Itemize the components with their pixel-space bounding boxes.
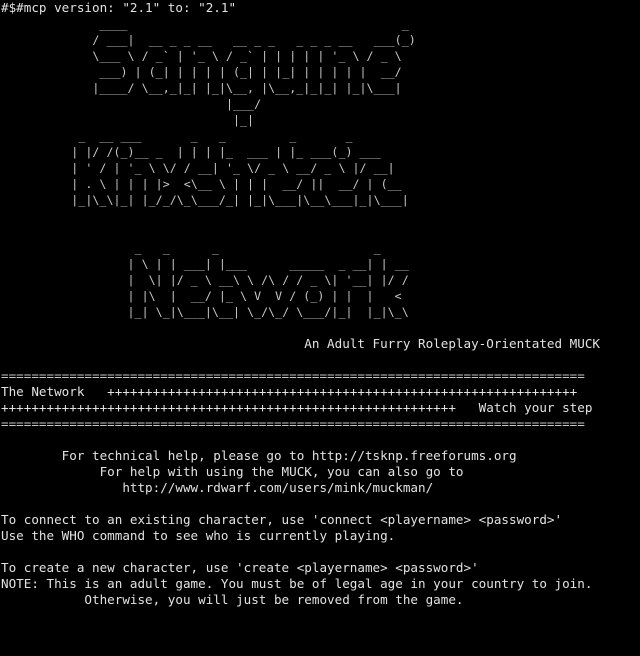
- ascii-logo: ____ _ / ___| __ _ _ __ __ _ _ _ _ _ __ …: [1, 16, 640, 320]
- help-link-line: http://www.rdwarf.com/users/mink/muckman…: [1, 480, 434, 495]
- logo-line: |____/ \__,_|_| |_|\__, |\__,_|_|_| |_|\…: [1, 81, 402, 95]
- logo-line: | \| |/ _ \ __\ \ /\ / / _ \| '__| |/ /: [1, 273, 409, 287]
- tagline: An Adult Furry Roleplay-Orientated MUCK: [1, 336, 600, 351]
- terminal-screen[interactable]: #$#mcp version: "2.1" to: "2.1" ____ _ /…: [1, 0, 640, 656]
- logo-line: \___ \ / _` | '_ \ / _` | | | | | '_ \ /…: [1, 49, 409, 63]
- who-instructions: Use the WHO command to see who is curren…: [1, 528, 396, 543]
- logo-line: |_| \_|\___|\__| \_/\_/ \___/|_| |_|\_\: [1, 305, 409, 319]
- logo-line: | \ | | ___| |___ _____ _ __| | __: [1, 257, 409, 271]
- watch-step-banner: ++++++++++++++++++++++++++++++++++++++++…: [1, 400, 593, 415]
- logo-line: _ __ ___ _ _ _ _: [1, 129, 353, 143]
- help-line: For help with using the MUCK, you can al…: [1, 464, 464, 479]
- logo-line: | |/ /(_)__ _ | | | |_ ___ | |_ ___(_) _…: [1, 145, 381, 159]
- logo-line: | . \ | | | |> <\__ \ | | | __/ || __/ |…: [1, 177, 402, 191]
- logo-line: ____ _: [1, 17, 409, 31]
- logo-line: | ' / | '_ \ \/ / __| '_ \/ _ \ __/ _ \ …: [1, 161, 395, 175]
- create-instructions: To create a new character, use 'create <…: [1, 560, 479, 575]
- mcp-negotiation-line: #$#mcp version: "2.1" to: "2.1": [1, 0, 237, 15]
- logo-line: | |\ | __/ |_ \ V V / (_) | | | <: [1, 289, 402, 303]
- age-notice: NOTE: This is an adult game. You must be…: [1, 576, 593, 591]
- logo-line: |___/: [1, 97, 402, 111]
- logo-line: |_|: [1, 113, 402, 127]
- rule-top: ========================================…: [1, 368, 585, 383]
- age-notice-continued: Otherwise, you will just be removed from…: [1, 592, 464, 607]
- logo-line: / ___| __ _ _ __ __ _ _ _ _ _ __ ___(_): [1, 33, 416, 47]
- logo-line: |_|\_\|_| |_/_/\_\___/_| |_|\___|\__\___…: [1, 193, 409, 207]
- logo-line: [1, 208, 640, 224]
- logo-line: _ _ _ _: [1, 241, 381, 255]
- help-line: For technical help, please go to http://…: [1, 448, 517, 463]
- connect-instructions: To connect to an existing character, use…: [1, 512, 563, 527]
- logo-line: ___) | (_| | | | | (_| | |_| | | | | | _…: [1, 65, 402, 79]
- network-banner: The Network ++++++++++++++++++++++++++++…: [1, 384, 578, 399]
- rule-bottom: ========================================…: [1, 416, 585, 431]
- logo-line: [1, 224, 640, 240]
